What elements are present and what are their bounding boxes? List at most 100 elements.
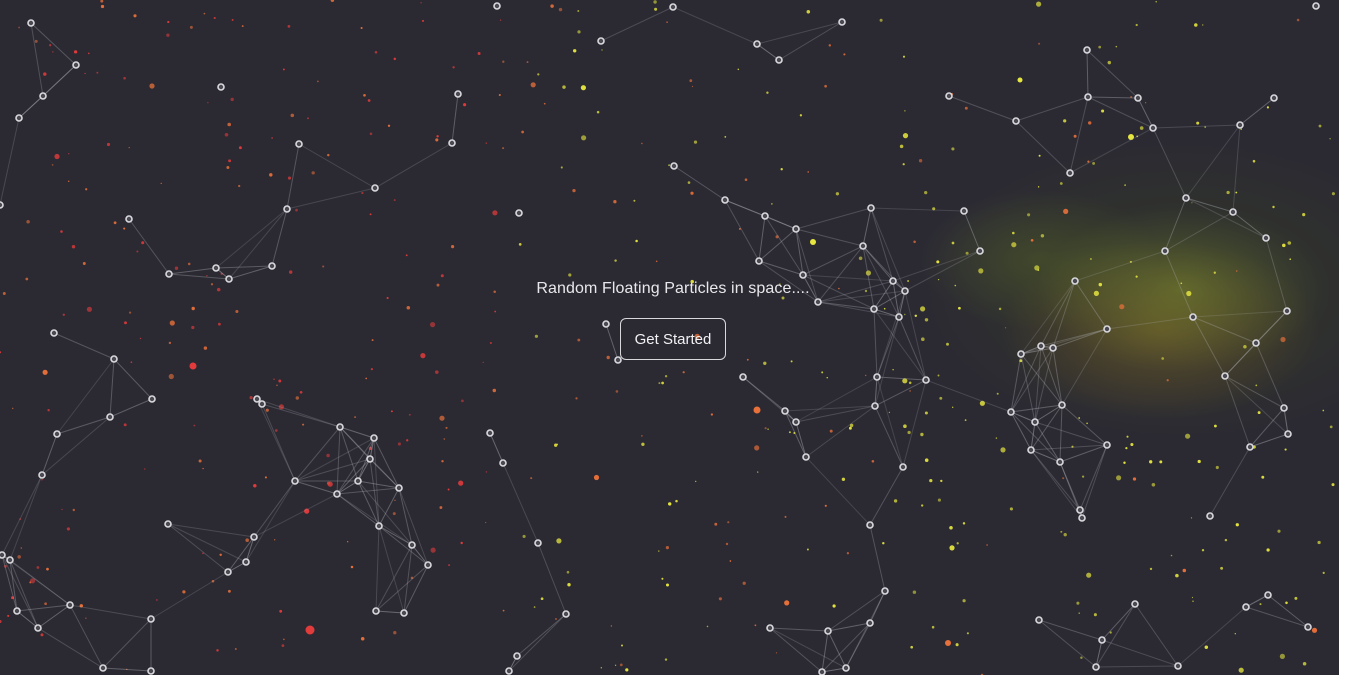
particle-link — [150, 571, 229, 620]
particle-node — [1027, 446, 1035, 454]
particle-link — [1010, 411, 1036, 423]
particle-link — [778, 21, 843, 61]
particle-node — [424, 561, 432, 569]
particle-link — [1095, 665, 1179, 668]
particle-link — [756, 43, 780, 61]
dust-particle — [1101, 109, 1105, 113]
dust-particle — [737, 68, 740, 71]
dust-particle — [394, 499, 396, 502]
dust-particle — [1197, 459, 1201, 464]
dust-particle — [633, 199, 636, 202]
dust-particle — [51, 164, 54, 166]
particle-link — [874, 405, 904, 468]
particle-link — [411, 544, 429, 566]
dust-particle — [174, 266, 179, 270]
particle-node — [1270, 94, 1278, 102]
dust-particle — [245, 538, 249, 542]
particle-node — [1098, 636, 1106, 644]
dust-particle — [392, 512, 396, 516]
dust-particle — [710, 413, 714, 416]
dust-particle — [1063, 119, 1067, 123]
particle-link — [261, 403, 296, 482]
dust-particle — [665, 583, 670, 587]
dust-particle — [1030, 238, 1034, 242]
dust-particle — [937, 374, 940, 377]
dust-particle — [1302, 213, 1306, 217]
particle-node — [1031, 418, 1039, 426]
dust-particle — [1224, 538, 1228, 542]
particle-link — [1134, 603, 1179, 667]
particle-link — [403, 564, 429, 614]
dust-particle — [1038, 154, 1041, 157]
dust-particle — [1159, 460, 1163, 464]
particle-link — [1101, 639, 1179, 667]
dust-particle — [1185, 433, 1191, 439]
dust-particle — [625, 668, 629, 672]
dust-particle — [156, 599, 158, 601]
particle-node — [881, 587, 889, 595]
dust-particle — [658, 382, 661, 385]
dust-particle — [369, 132, 373, 136]
dust-particle — [918, 159, 923, 163]
dust-particle — [46, 567, 49, 571]
particle-link — [286, 143, 300, 210]
dust-particle — [287, 176, 292, 180]
particle-link — [378, 525, 405, 614]
dust-particle — [166, 33, 170, 37]
particle-node — [0, 201, 4, 209]
particle-link — [925, 379, 1012, 413]
particle-link — [336, 493, 413, 546]
dust-particle — [238, 146, 242, 150]
dust-particle — [951, 241, 955, 245]
dust-particle — [361, 191, 364, 195]
dust-particle — [447, 488, 450, 491]
dust-particle — [902, 163, 905, 166]
particle-link — [375, 544, 413, 612]
dust-particle — [682, 371, 685, 374]
particle-node — [125, 215, 133, 223]
particle-node — [1092, 663, 1100, 671]
dust-particle — [675, 499, 678, 503]
particle-node — [499, 459, 507, 467]
dust-particle — [311, 171, 315, 175]
get-started-button[interactable]: Get Started — [619, 318, 727, 360]
dust-particle — [72, 508, 76, 512]
particle-node — [562, 610, 570, 618]
particle-node — [291, 477, 299, 485]
particle-link — [109, 398, 153, 418]
dust-particle — [1151, 483, 1156, 487]
dust-particle — [615, 390, 619, 393]
particle-node — [1229, 208, 1237, 216]
dust-particle — [1201, 24, 1204, 26]
particle-node — [66, 601, 74, 609]
particle-node — [486, 429, 494, 437]
dust-particle — [369, 213, 372, 216]
dust-particle — [100, 0, 104, 3]
particle-node — [1312, 2, 1320, 10]
particle-node — [72, 61, 80, 69]
particle-node — [1076, 506, 1084, 514]
particle-link — [742, 376, 797, 423]
particle-link — [516, 613, 567, 657]
dust-particle — [421, 19, 425, 22]
dust-particle — [753, 406, 761, 414]
particle-link — [245, 480, 296, 563]
particle-node — [755, 257, 763, 265]
particle-link — [1086, 49, 1089, 98]
dust-particle — [641, 142, 643, 145]
dust-particle — [533, 606, 536, 608]
dust-particle — [492, 210, 498, 216]
particle-node — [53, 430, 61, 438]
dust-particle — [290, 113, 295, 118]
dust-particle — [435, 138, 439, 142]
dust-particle — [1317, 540, 1321, 545]
dust-particle — [347, 541, 349, 543]
dust-particle — [130, 361, 133, 363]
dust-particle — [278, 379, 282, 383]
particle-node — [1182, 194, 1190, 202]
dust-particle — [287, 25, 291, 28]
dust-particle — [821, 371, 824, 374]
dust-particle — [106, 142, 111, 147]
dust-particle — [641, 435, 643, 437]
dust-particle — [1012, 231, 1015, 235]
